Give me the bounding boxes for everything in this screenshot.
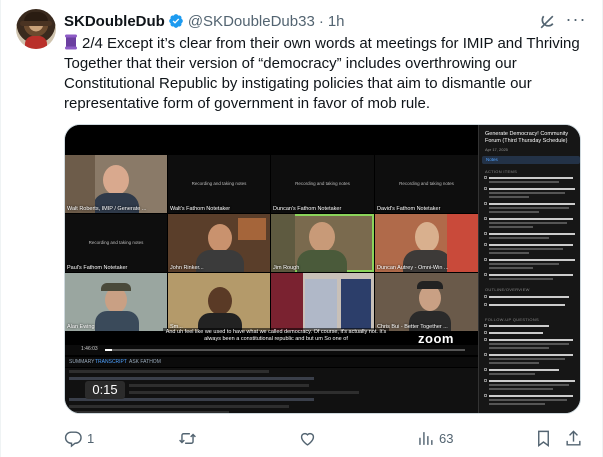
participant-tile: Recording and taking notes Duncan's Fath… [271,155,374,213]
progress-fill [105,349,113,351]
reply-button[interactable]: 1 [64,428,94,448]
grok-icon[interactable] [537,12,557,32]
participant-tile: Sm... [168,273,270,331]
participant-tile: Recording and taking notes Paul's Fathom… [65,214,167,272]
bookmark-button[interactable] [534,428,553,448]
panel-tab[interactable]: Notes [482,156,580,164]
reply-count: 1 [87,430,95,446]
zoom-logo: zoom [418,331,454,346]
tab-transcript[interactable]: TRANSCRIPT [95,359,127,365]
panel-title: Generate Democracy! Community Forum (Thi… [485,131,569,144]
avatar[interactable] [16,9,56,49]
views-icon [419,431,433,445]
participant-tile: Chris Bui - Better Together ... [375,273,478,331]
participant-tile: John Rinker... [168,214,270,272]
tweet: SKDoubleDub @SKDoubleDub33 · 1h ··· 2/4 … [0,0,603,457]
repost-icon [179,432,196,444]
section-follow-up: FOLLOW-UP QUESTIONS [485,317,540,322]
playback-timecode: 1:46:03 [81,346,98,352]
participant-tile: Walt Roberts, IMIP / Generate ... [65,155,167,213]
tweet-header: SKDoubleDub @SKDoubleDub33 · 1h [64,11,345,31]
tweet-body-text: 2/4 Except it’s clear from their own wor… [64,35,580,112]
section-outline: OUTLINE/OVERVIEW [485,287,530,292]
share-icon [566,429,581,446]
active-speaker-tile: Jim Rough [271,214,374,272]
live-caption: And uh feel like we used to have what we… [163,328,389,344]
section-action-items: ACTION ITEMS [485,169,518,174]
separator-dot: · [318,12,324,30]
transcript-tabs: SUMMARY TRANSCRIPT ASK FATHOM [65,357,478,367]
author-display-name[interactable]: SKDoubleDub [64,13,165,30]
tweet-actions: 1 63 [64,428,589,448]
participant-tile: Recording and taking notes David's Fatho… [375,155,478,213]
heart-icon [300,432,315,446]
author-handle[interactable]: @SKDoubleDub33 [188,13,315,30]
participant-tile [271,273,374,331]
verified-badge-icon [168,14,183,28]
tweet-text: 2/4 Except it’s clear from their own wor… [64,34,589,114]
scroll-icon [65,34,77,50]
repost-button[interactable] [178,428,201,448]
participant-tile: Duncan Autrey - Omni-Win ... [375,214,478,272]
views-count: 63 [439,430,454,446]
video-timestamp: 0:15 [85,381,125,399]
participant-tile: Alan Ewing [65,273,167,331]
share-button[interactable] [564,428,583,448]
panel-date: Apr 17, 2025 [485,147,508,152]
bookmark-icon [538,430,549,447]
tweet-timestamp[interactable]: 1h [328,13,345,30]
media-image[interactable]: Walt Roberts, IMIP / Generate ... Record… [64,124,581,414]
progress-track[interactable] [105,349,465,351]
zoom-video-grid: Walt Roberts, IMIP / Generate ... Record… [65,125,478,346]
tab-ask-fathom[interactable]: ASK FATHOM [129,359,161,365]
transcript-area: 0:15 [65,368,478,413]
participant-tile: Recording and taking notes Walt's Fathom… [168,155,270,213]
reply-icon [64,430,82,447]
more-options-icon[interactable]: ··· [564,10,588,30]
views-button[interactable]: 63 [416,428,453,448]
like-button[interactable] [298,428,321,448]
playback-bar[interactable]: 1:46:03 [65,345,478,355]
tab-summary[interactable]: SUMMARY [69,359,94,365]
notes-panel: Generate Democracy! Community Forum (Thi… [478,125,580,413]
